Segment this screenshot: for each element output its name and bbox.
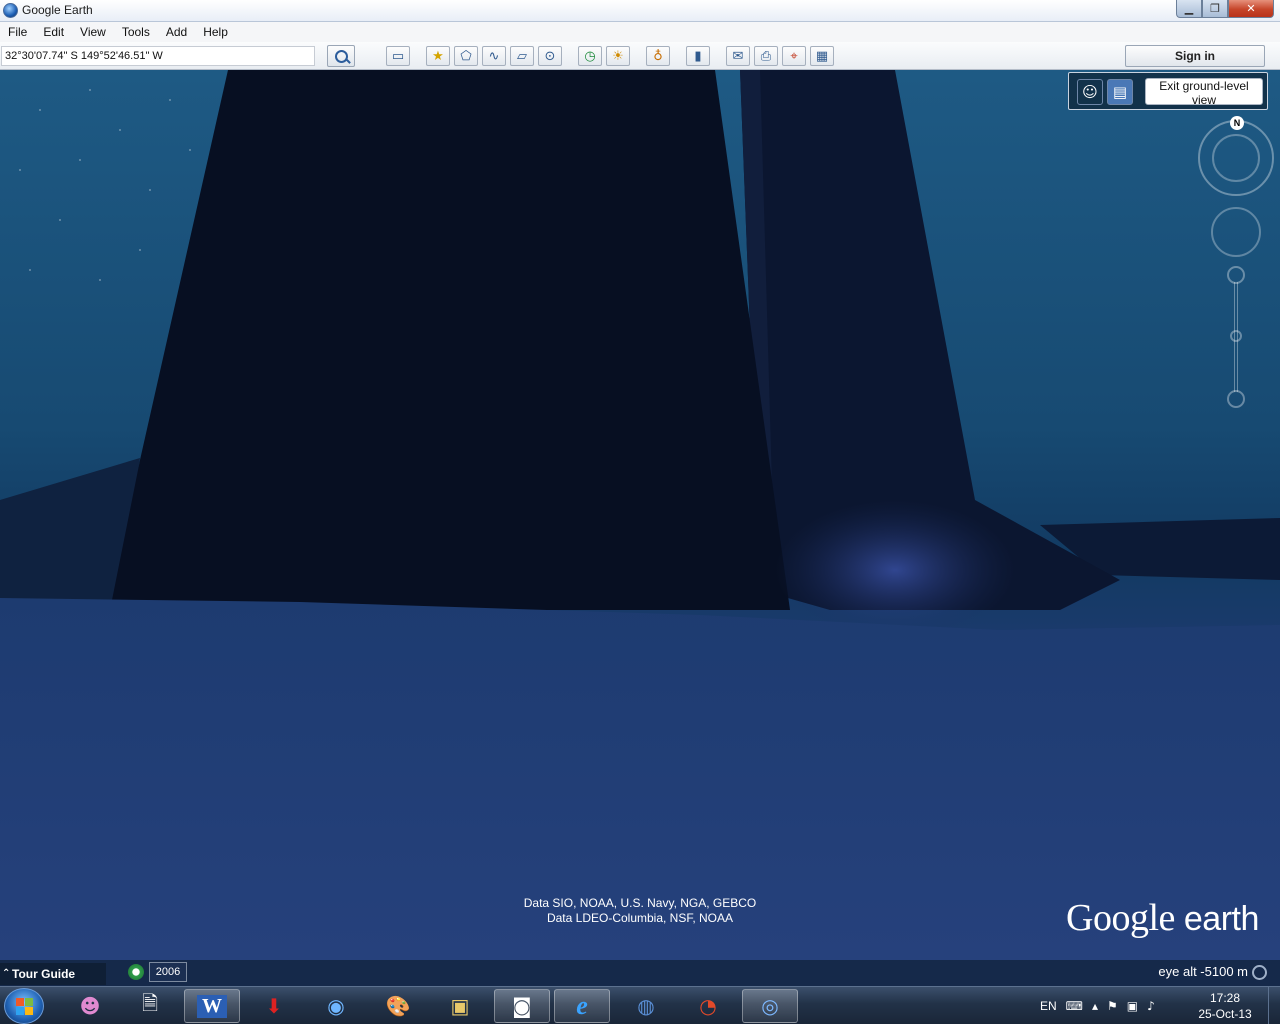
polygon-icon[interactable]: ⬠ xyxy=(454,46,478,66)
paint-icon[interactable]: 🎨 xyxy=(370,989,426,1023)
ccleaner-icon[interactable]: ◔ xyxy=(680,989,736,1023)
keyboard-icon[interactable]: ⌨ xyxy=(1066,999,1083,1013)
menu-bar: File Edit View Tools Add Help xyxy=(0,22,1280,42)
planets-icon[interactable]: ♁ xyxy=(646,46,670,66)
exit-ground-level-button[interactable]: Exit ground-level view xyxy=(1145,78,1263,107)
google-earth-icon[interactable]: ◎ xyxy=(742,989,798,1023)
maximize-button[interactable]: ❐ xyxy=(1202,0,1228,18)
chevron-up-icon: ⌃ xyxy=(2,968,11,979)
tour-guide-label: Tour Guide xyxy=(12,967,76,981)
word-icon[interactable]: 🗎 xyxy=(122,989,178,1023)
volume-icon[interactable]: ♪ xyxy=(1147,999,1155,1013)
show-hidden-icons-icon[interactable]: ▴ xyxy=(1092,999,1098,1013)
ruler-icon[interactable]: ▮ xyxy=(686,46,710,66)
compass-ring[interactable]: N xyxy=(1198,116,1274,196)
clock-time: 17:28 xyxy=(1209,991,1241,1005)
tour-guide-button[interactable]: ⌃ Tour Guide xyxy=(0,963,106,985)
menu-file[interactable]: File xyxy=(0,22,35,42)
show-desktop-button[interactable] xyxy=(1268,987,1280,1024)
close-button[interactable]: ✕ xyxy=(1228,0,1274,18)
sunlight-icon[interactable]: ☀ xyxy=(606,46,630,66)
zoom-out-button[interactable] xyxy=(1227,390,1245,408)
zoom-handle[interactable] xyxy=(1230,330,1242,342)
north-indicator[interactable]: N xyxy=(1230,116,1244,130)
zoom-slider[interactable] xyxy=(1227,266,1245,408)
word-icon[interactable]: W xyxy=(184,989,240,1023)
window-controls: ▁ ❐ ✕ xyxy=(1176,0,1274,18)
ground-level-panel: ☺ ▤ Exit ground-level view xyxy=(1068,72,1268,110)
underwater-terrain xyxy=(0,70,1280,960)
downloader-icon[interactable]: ⬇ xyxy=(246,989,302,1023)
logo-earth: earth xyxy=(1183,900,1260,938)
overlay-icon[interactable]: ▱ xyxy=(510,46,534,66)
compass-center xyxy=(1212,134,1260,182)
imagery-year[interactable]: 2006 xyxy=(149,962,187,982)
start-button[interactable] xyxy=(4,988,44,1024)
building-icon[interactable]: ▤ xyxy=(1107,79,1133,105)
teamviewer-icon[interactable]: ◉ xyxy=(308,989,364,1023)
gallery-icon[interactable]: ▦ xyxy=(810,46,834,66)
record-tour-icon[interactable]: ⊙ xyxy=(538,46,562,66)
historical-imagery-icon[interactable] xyxy=(128,964,144,980)
title-bar: Google Earth ▁ ❐ ✕ xyxy=(0,0,1280,22)
menu-edit[interactable]: Edit xyxy=(35,22,72,42)
data-attribution: Data SIO, NOAA, U.S. Navy, NGA, GEBCO Da… xyxy=(440,896,840,926)
internet-explorer-icon[interactable]: e xyxy=(554,989,610,1023)
menu-tools[interactable]: Tools xyxy=(114,22,158,42)
status-bar: ⌃ Tour Guide 2006 eye alt -5100 m xyxy=(0,960,1280,986)
explorer-icon[interactable]: ▣ xyxy=(432,989,488,1023)
logo-google: Google xyxy=(1066,897,1175,939)
clock-date: 25-Oct-13 xyxy=(1198,1007,1252,1021)
menu-add[interactable]: Add xyxy=(158,22,195,42)
placemark-icon[interactable]: ★ xyxy=(426,46,450,66)
ie-icon[interactable]: ☻ xyxy=(62,989,118,1023)
toolbar: ▭ ★ ⬠ ∿ ▱ ⊙ ◷ ☀ ♁ ▮ ✉ ⎙ ⌖ ▦ Sign in xyxy=(0,42,1280,70)
network-icon[interactable]: ▣ xyxy=(1127,999,1138,1013)
google-earth-logo: Google earth xyxy=(1066,896,1276,940)
search-button[interactable] xyxy=(327,45,355,67)
action-center-flag-icon[interactable]: ⚑ xyxy=(1107,999,1118,1013)
google-earth-app-icon xyxy=(3,3,18,18)
earth-3d-view[interactable]: ☺ ▤ Exit ground-level view N Data SIO, N… xyxy=(0,70,1280,960)
sign-in-button[interactable]: Sign in xyxy=(1125,45,1265,67)
path-icon[interactable]: ∿ xyxy=(482,46,506,66)
window-title: Google Earth xyxy=(22,3,93,17)
menu-view[interactable]: View xyxy=(72,22,114,42)
move-joystick[interactable] xyxy=(1211,207,1261,257)
streaming-indicator-icon xyxy=(1252,965,1267,980)
attribution-line-2: Data LDEO-Columbia, NSF, NOAA xyxy=(546,911,734,925)
sidebar-icon[interactable]: ▭ xyxy=(386,46,410,66)
globe-icon[interactable]: ◍ xyxy=(618,989,674,1023)
historical-imagery-icon[interactable]: ◷ xyxy=(578,46,602,66)
zoom-in-button[interactable] xyxy=(1227,266,1245,284)
camera-icon[interactable]: ◙ xyxy=(494,989,550,1023)
google-maps-icon[interactable]: ⌖ xyxy=(782,46,806,66)
minimize-button[interactable]: ▁ xyxy=(1176,0,1202,18)
system-clock[interactable]: 17:28 25-Oct-13 xyxy=(1192,990,1258,1022)
system-tray: EN ⌨ ▴ ⚑ ▣ ♪ xyxy=(1040,987,1164,1024)
print-icon[interactable]: ⎙ xyxy=(754,46,778,66)
person-icon[interactable]: ☺ xyxy=(1077,79,1103,105)
eye-altitude: eye alt -5100 m xyxy=(1158,964,1248,979)
search-input[interactable] xyxy=(1,46,315,66)
windows-taskbar: ☻ 🗎 W ⬇ ◉ 🎨 ▣ ◙ e ◍ ◔ ◎ EN ⌨ ▴ ⚑ ▣ ♪ 17:… xyxy=(0,986,1280,1024)
language-indicator[interactable]: EN xyxy=(1040,999,1057,1013)
email-icon[interactable]: ✉ xyxy=(726,46,750,66)
attribution-line-1: Data SIO, NOAA, U.S. Navy, NGA, GEBCO xyxy=(523,896,757,910)
menu-help[interactable]: Help xyxy=(195,22,236,42)
